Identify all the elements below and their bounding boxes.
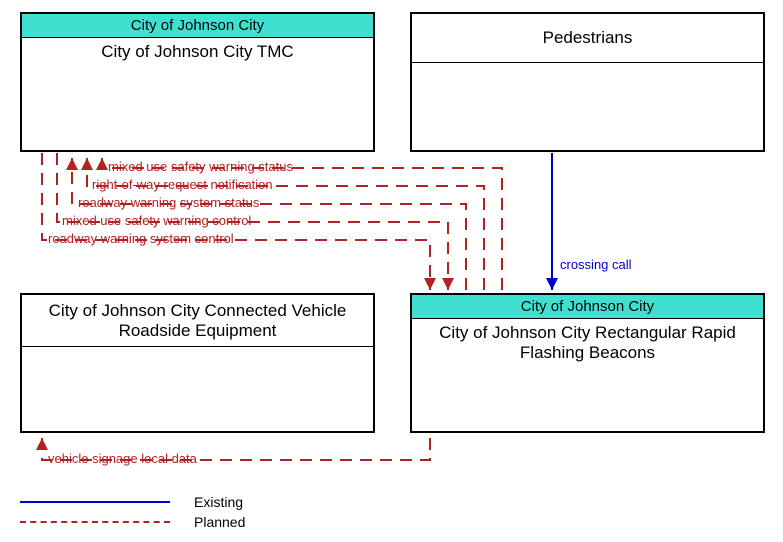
label-roadway-status: roadway warning system status (78, 195, 259, 210)
node-tmc[interactable]: City of Johnson City City of Johnson Cit… (20, 12, 375, 152)
label-row-request: right-of-way request notification (92, 177, 273, 192)
legend: Existing Planned (20, 490, 245, 530)
node-tmc-header: City of Johnson City (22, 14, 373, 38)
legend-planned-label: Planned (194, 514, 245, 530)
node-cv-rse[interactable]: City of Johnson City Connected Vehicle R… (20, 293, 375, 433)
node-rrfb-title: City of Johnson City Rectangular Rapid F… (412, 319, 763, 368)
node-tmc-title: City of Johnson City TMC (22, 38, 373, 66)
label-vehicle-signage: vehicle signage local data (48, 451, 197, 466)
label-mixed-use-control: mixed use safety warning control (62, 213, 251, 228)
legend-existing-row: Existing (20, 494, 245, 510)
label-crossing-call: crossing call (560, 257, 632, 272)
label-mixed-use-status: mixed use safety warning status (108, 159, 293, 174)
node-pedestrians-title: Pedestrians (412, 14, 763, 63)
node-cv-rse-title: City of Johnson City Connected Vehicle R… (22, 295, 373, 347)
label-roadway-control: roadway warning system control (48, 231, 234, 246)
node-rrfb[interactable]: City of Johnson City City of Johnson Cit… (410, 293, 765, 433)
legend-existing-line (20, 501, 170, 503)
node-rrfb-header: City of Johnson City (412, 295, 763, 319)
legend-planned-line (20, 521, 170, 523)
node-pedestrians[interactable]: Pedestrians (410, 12, 765, 152)
legend-planned-row: Planned (20, 514, 245, 530)
legend-existing-label: Existing (194, 494, 243, 510)
